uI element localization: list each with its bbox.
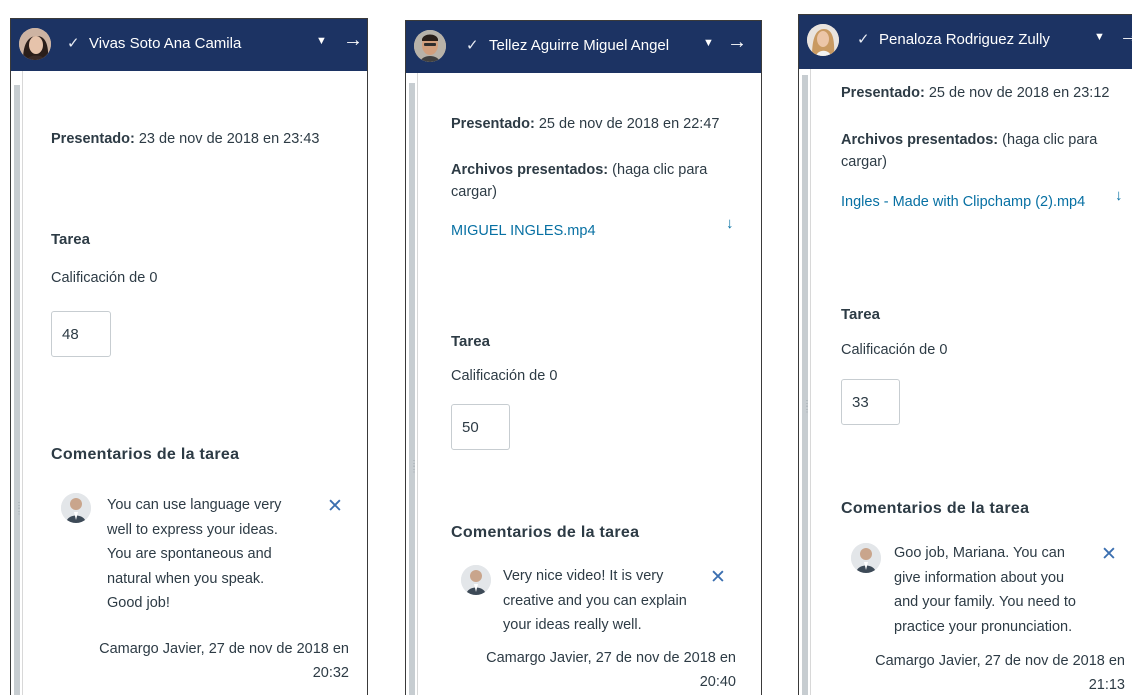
comment-author-line: Camargo Javier, 27 de nov de 2018 en [99,641,349,657]
comment-line: creative and you can explain [503,592,687,609]
student-header: ✓ Vivas Soto Ana Camila ▼ → [11,19,367,71]
comment-line: Very nice video! It is very [503,568,664,584]
gutter-bar [14,85,20,695]
grade-label: Calificación de 0 [451,368,558,384]
resize-gutter[interactable]: ⋮ ⋮ [406,73,418,695]
comment-body: Goo job, Mariana. You can give informati… [894,541,1109,639]
resize-gutter[interactable]: ⋮ ⋮ [799,69,811,695]
gutter-bar [802,75,808,695]
submitted-label: Presentado: [51,131,135,147]
comment-line: well to express your ideas. [107,521,278,538]
assignment-title: Tarea [451,333,490,350]
submitted-file-link[interactable]: Ingles - Made with Clipchamp (2).mp4 [841,194,1085,210]
comment-line: Goo job, Mariana. You can [894,545,1065,561]
next-student-icon[interactable]: → [1119,25,1132,48]
dropdown-icon[interactable]: ▼ [316,35,327,47]
student-panel-2: ✓ Tellez Aguirre Miguel Angel ▼ → ⋮ ⋮ Pre… [405,20,762,695]
teacher-avatar [851,543,881,573]
resize-handle-icon[interactable]: ⋮ ⋮ [15,502,23,516]
files-label: Archivos presentados: (haga clic para ca… [841,129,1111,173]
teacher-avatar [461,565,491,595]
student-name[interactable]: Tellez Aguirre Miguel Angel [489,37,669,54]
student-header: ✓ Penaloza Rodriguez Zully ▼ → [799,15,1132,69]
files-label-strong: Archivos presentados: [841,132,999,148]
student-avatar [19,28,51,60]
resize-gutter[interactable]: ⋮ ⋮ [11,71,23,695]
grade-input[interactable] [451,404,510,450]
comment-author-line: 21:13 [1088,677,1125,693]
comment-line: You can use language very [107,497,282,513]
comment-author-line: 20:32 [312,665,349,681]
student-header: ✓ Tellez Aguirre Miguel Angel ▼ → [406,21,761,73]
delete-comment-icon[interactable]: ✕ [710,566,726,589]
submitted-date: 23 de nov de 2018 en 23:43 [138,131,320,147]
submitted-info: Presentado: 25 de nov de 2018 en 23:12 [841,85,1109,101]
resize-handle-icon[interactable]: ⋮ ⋮ [410,460,418,474]
check-icon: ✓ [466,37,479,54]
submitted-date: 25 de nov de 2018 en 23:12 [928,85,1110,101]
student-panel-3: ✓ Penaloza Rodriguez Zully ▼ → ⋮⋮ Presen… [798,14,1132,695]
submitted-date: 25 de nov de 2018 en 22:47 [538,116,720,132]
comments-title: Comentarios de la tarea [451,524,640,541]
student-name[interactable]: Penaloza Rodriguez Zully [879,31,1050,48]
grade-input[interactable] [51,311,111,357]
dropdown-icon[interactable]: ▼ [1094,31,1105,43]
files-label-strong: Archivos presentados: [451,162,609,178]
comments-title: Comentarios de la tarea [51,446,240,463]
check-icon: ✓ [857,31,870,48]
submitted-file-link[interactable]: MIGUEL INGLES.mp4 [451,223,596,239]
check-icon: ✓ [67,35,80,52]
grade-label: Calificación de 0 [51,270,158,286]
comment-body: You can use language very well to expres… [107,493,317,616]
comment-author-line: 20:40 [699,674,736,690]
delete-comment-icon[interactable]: ✕ [1101,543,1117,566]
comment-line: You are spontaneous and [107,546,272,562]
comment-author-line: Camargo Javier, 27 de nov de 2018 en [486,650,736,666]
student-avatar [414,30,446,62]
next-student-icon[interactable]: → [343,29,363,52]
submitted-label: Presentado: [841,85,925,101]
student-name[interactable]: Vivas Soto Ana Camila [89,35,241,52]
dropdown-icon[interactable]: ▼ [703,37,714,49]
comment-body: Very nice video! It is very creative and… [503,564,713,638]
grade-input[interactable] [841,379,900,425]
comment-author: Camargo Javier, 27 de nov de 2018 en 20:… [71,637,349,685]
teacher-avatar [61,493,91,523]
comment-author: Camargo Javier, 27 de nov de 2018 en 21:… [839,649,1125,695]
comment-line: and your family. You need to [894,594,1076,610]
submitted-info: Presentado: 25 de nov de 2018 en 22:47 [451,116,719,132]
resize-handle-icon[interactable]: ⋮ ⋮ [803,400,811,414]
comment-line: natural when you speak. [107,570,265,587]
comment-line: Good job! [107,595,170,611]
grade-label: Calificación de 0 [841,342,948,358]
submitted-info: Presentado: 23 de nov de 2018 en 23:43 [51,131,319,147]
delete-comment-icon[interactable]: ✕ [327,495,343,518]
files-label: Archivos presentados: (haga clic para ca… [451,159,721,203]
comment-author-line: Camargo Javier, 27 de nov de 2018 en [875,653,1125,669]
student-avatar [807,24,839,56]
comment-line: practice your pronunciation. [894,618,1073,635]
student-panel-1: ✓ Vivas Soto Ana Camila ▼ → ⋮ ⋮ Presentad… [10,18,368,695]
comment-author: Camargo Javier, 27 de nov de 2018 en 20:… [456,646,736,694]
download-icon[interactable]: ↓ [1115,187,1123,204]
comment-line: give information about you [894,569,1065,586]
comment-line: your ideas really well. [503,617,642,633]
next-student-icon[interactable]: → [727,31,747,54]
assignment-title: Tarea [51,231,90,248]
download-icon[interactable]: ↓ [726,215,734,232]
comments-title: Comentarios de la tarea [841,500,1030,517]
gutter-bar [409,83,415,695]
assignment-title: Tarea [841,306,880,323]
submitted-label: Presentado: [451,116,535,132]
